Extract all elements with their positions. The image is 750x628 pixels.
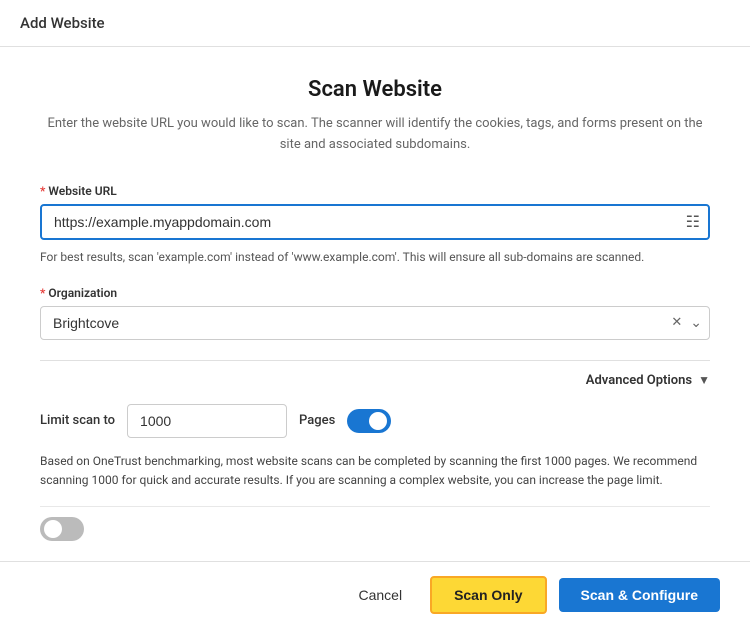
pages-toggle[interactable] [347,409,391,433]
org-select-wrapper: Brightcove ✕ ⌄ [40,306,710,340]
url-icon: ☷ [686,212,700,231]
second-toggle[interactable] [40,517,84,541]
scan-subtitle: Enter the website URL you would like to … [40,114,710,156]
org-clear-button[interactable]: ✕ [671,315,682,330]
org-field-group: * Organization Brightcove ✕ ⌄ [40,286,710,340]
pages-toggle-slider [347,409,391,433]
benchmark-text: Based on OneTrust benchmarking, most web… [40,452,710,490]
url-field-group: * Website URL ☷ For best results, scan '… [40,184,710,266]
org-field-label: * Organization [40,286,710,300]
required-star: * [40,184,45,198]
page-title: Add Website [20,14,105,32]
url-field-label: * Website URL [40,184,710,198]
advanced-options-label[interactable]: Advanced Options [586,373,692,388]
modal-body: Scan Website Enter the website URL you w… [0,47,750,628]
limit-scan-row: Limit scan to Pages [40,404,710,438]
pages-label: Pages [299,413,335,428]
org-select[interactable]: Brightcove [40,306,710,340]
content-area: Scan Website Enter the website URL you w… [0,47,750,561]
limit-scan-input[interactable] [127,404,287,438]
scan-only-button[interactable]: Scan Only [430,576,546,614]
url-input[interactable] [40,204,710,240]
org-required-star: * [40,286,45,300]
second-toggle-slider [40,517,84,541]
url-input-wrapper: ☷ [40,204,710,240]
cancel-button[interactable]: Cancel [342,579,418,611]
scan-configure-button[interactable]: Scan & Configure [559,578,720,612]
title-bar: Add Website [0,0,750,47]
footer-bar: Cancel Scan Only Scan & Configure [0,561,750,628]
advanced-options-chevron-icon[interactable]: ▼ [698,373,710,387]
limit-scan-label: Limit scan to [40,413,115,428]
scan-heading: Scan Website [40,77,710,102]
second-toggle-row [40,506,710,541]
advanced-options-row: Advanced Options ▼ [40,361,710,404]
url-field-hint: For best results, scan 'example.com' ins… [40,248,710,266]
